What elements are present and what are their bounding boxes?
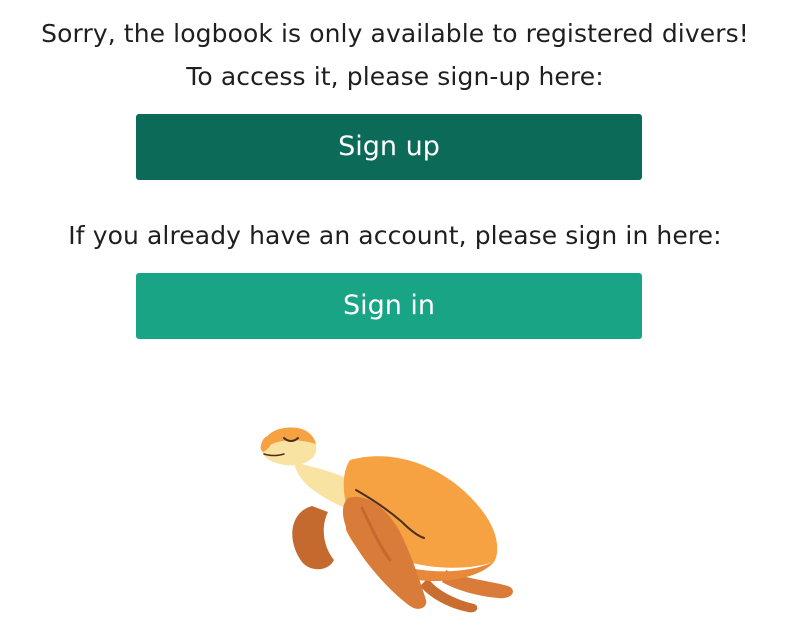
signup-prompt: To access it, please sign-up here:: [186, 62, 604, 91]
sign-in-button[interactable]: Sign in: [136, 273, 642, 339]
signin-prompt: If you already have an account, please s…: [68, 221, 722, 250]
sign-up-button[interactable]: Sign up: [136, 114, 642, 180]
turtle-illustration: [260, 427, 513, 613]
turtle-back-flipper: [292, 506, 334, 570]
restricted-access-message: Sorry, the logbook is only available to …: [41, 19, 749, 48]
